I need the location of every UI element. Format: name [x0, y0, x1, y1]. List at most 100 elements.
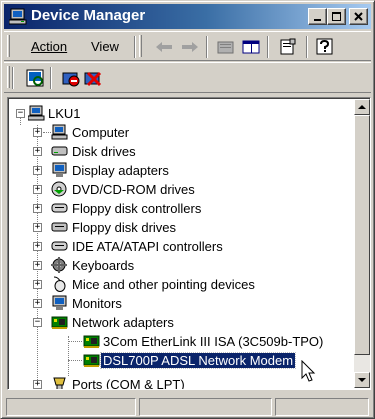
minimize-icon: [313, 18, 321, 21]
tree-item-dsl700p-modem[interactable]: DSL700P ADSL Network Modem: [8, 351, 348, 370]
tree-pane-icon: [242, 40, 260, 54]
tree-connector: [68, 341, 82, 342]
expand-icon[interactable]: +: [33, 242, 42, 251]
tree-item-ports[interactable]: + Ports (COM & LPT): [8, 375, 348, 389]
device-manager-icon: [9, 8, 27, 25]
help-button[interactable]: [314, 37, 336, 57]
tree-item-keyboards[interactable]: + Keyboards: [8, 256, 348, 275]
toolbar-separator: [206, 36, 208, 58]
toolbar-grip[interactable]: [139, 35, 142, 57]
expand-icon[interactable]: +: [33, 128, 42, 137]
device-toolbar-band: [4, 62, 371, 93]
minimize-button[interactable]: [308, 8, 327, 25]
status-pane: [6, 398, 136, 416]
tree-item-label: Disk drives: [72, 144, 136, 159]
window-title: Device Manager: [31, 7, 146, 24]
menu-action[interactable]: Action: [31, 39, 67, 54]
tree-item-computer[interactable]: + Computer: [8, 123, 348, 142]
tree-item-monitors[interactable]: + Monitors: [8, 294, 348, 313]
tree-item-label: Mice and other pointing devices: [72, 277, 255, 292]
tree-root-label: LKU1: [48, 106, 81, 121]
tree-item-label: DSL700P ADSL Network Modem: [99, 352, 297, 369]
tree-item-mice[interactable]: + Mice and other pointing devices: [8, 275, 348, 294]
close-button[interactable]: [349, 8, 368, 25]
menu-view[interactable]: View: [91, 39, 119, 54]
toolbar-grip[interactable]: [7, 66, 10, 88]
expand-icon[interactable]: +: [33, 185, 42, 194]
scroll-up-button[interactable]: [354, 99, 370, 115]
toolbar-separator: [12, 67, 14, 89]
tree-item-label: Network adapters: [72, 315, 174, 330]
up-level-button[interactable]: [215, 37, 237, 57]
tree-item-floppy-controllers[interactable]: + Floppy disk controllers: [8, 199, 348, 218]
tree-item-3com-etherlink[interactable]: 3Com EtherLink III ISA (3C509b-TPO): [8, 332, 348, 351]
expand-icon[interactable]: +: [33, 299, 42, 308]
scan-hardware-button[interactable]: [24, 68, 46, 88]
ide-controller-icon: [51, 241, 68, 251]
tree-connector: [43, 132, 51, 133]
folder-up-icon: [217, 41, 234, 54]
disable-device-button[interactable]: [60, 68, 82, 88]
tree-item-disk-drives[interactable]: + Disk drives: [8, 142, 348, 161]
computer-icon: [28, 105, 45, 121]
scrollbar-thumb[interactable]: [354, 115, 370, 355]
back-button[interactable]: [153, 37, 175, 57]
expand-icon[interactable]: +: [33, 147, 42, 156]
tree-item-label: Floppy disk controllers: [72, 201, 202, 216]
cd-drive-icon: [51, 181, 67, 197]
properties-button[interactable]: [277, 37, 299, 57]
collapse-icon[interactable]: −: [33, 318, 42, 327]
expand-icon[interactable]: +: [33, 223, 42, 232]
expand-icon[interactable]: +: [33, 204, 42, 213]
floppy-drive-icon: [51, 222, 68, 232]
tree-item-floppy-drives[interactable]: + Floppy disk drives: [8, 218, 348, 237]
maximize-button[interactable]: [327, 8, 346, 25]
tree-root[interactable]: − LKU1: [8, 104, 348, 123]
menu-toolbar-band: Action View: [4, 31, 371, 61]
tree-item-display-adapters[interactable]: + Display adapters: [8, 161, 348, 180]
uninstall-icon: [84, 71, 102, 87]
device-manager-window: Device Manager Action View − LKU1 + Comp…: [0, 0, 375, 419]
tree-item-label: Monitors: [72, 296, 122, 311]
toolbar-separator: [134, 36, 136, 58]
keyboard-icon: [51, 257, 67, 273]
help-icon: [316, 38, 333, 55]
arrow-down-icon: [358, 377, 366, 382]
tree-item-label: 3Com EtherLink III ISA (3C509b-TPO): [103, 334, 324, 349]
tree-connector: [68, 360, 82, 361]
close-icon: [353, 11, 363, 21]
title-bar[interactable]: Device Manager: [4, 4, 371, 29]
network-adapter-icon: [83, 354, 100, 367]
mouse-icon: [53, 276, 66, 292]
collapse-icon[interactable]: −: [16, 109, 25, 118]
tree-item-label: DVD/CD-ROM drives: [72, 182, 195, 197]
expand-icon[interactable]: +: [33, 280, 42, 289]
port-icon: [53, 377, 66, 389]
network-adapter-icon: [51, 316, 68, 329]
vertical-scrollbar[interactable]: [354, 99, 370, 388]
disk-drive-icon: [51, 146, 68, 156]
network-adapter-icon: [83, 335, 100, 348]
status-pane: [275, 398, 369, 416]
status-bar: [4, 396, 371, 416]
expand-icon[interactable]: +: [33, 166, 42, 175]
expand-icon[interactable]: +: [33, 261, 42, 270]
uninstall-device-button[interactable]: [82, 68, 104, 88]
tree-item-network-adapters[interactable]: − Network adapters: [8, 313, 348, 332]
forward-button[interactable]: [179, 37, 201, 57]
tree-item-label: IDE ATA/ATAPI controllers: [72, 239, 223, 254]
tree-item-dvd-cdrom[interactable]: + DVD/CD-ROM drives: [8, 180, 348, 199]
show-hide-tree-button[interactable]: [240, 37, 262, 57]
menu-action-label: Action: [31, 39, 68, 54]
scroll-down-button[interactable]: [354, 372, 370, 388]
expand-icon[interactable]: +: [33, 380, 42, 389]
tree-item-ide-controllers[interactable]: + IDE ATA/ATAPI controllers: [8, 237, 348, 256]
forward-arrow-icon: [182, 42, 198, 52]
maximize-icon: [331, 11, 341, 21]
device-tree[interactable]: − LKU1 + Computer + Disk drives + Displa…: [7, 97, 371, 390]
monitor-icon: [52, 295, 67, 310]
toolbar-grip[interactable]: [7, 35, 10, 57]
tree-item-label: Floppy disk drives: [72, 220, 177, 235]
properties-icon: [280, 38, 296, 55]
toolbar-separator: [306, 36, 308, 58]
